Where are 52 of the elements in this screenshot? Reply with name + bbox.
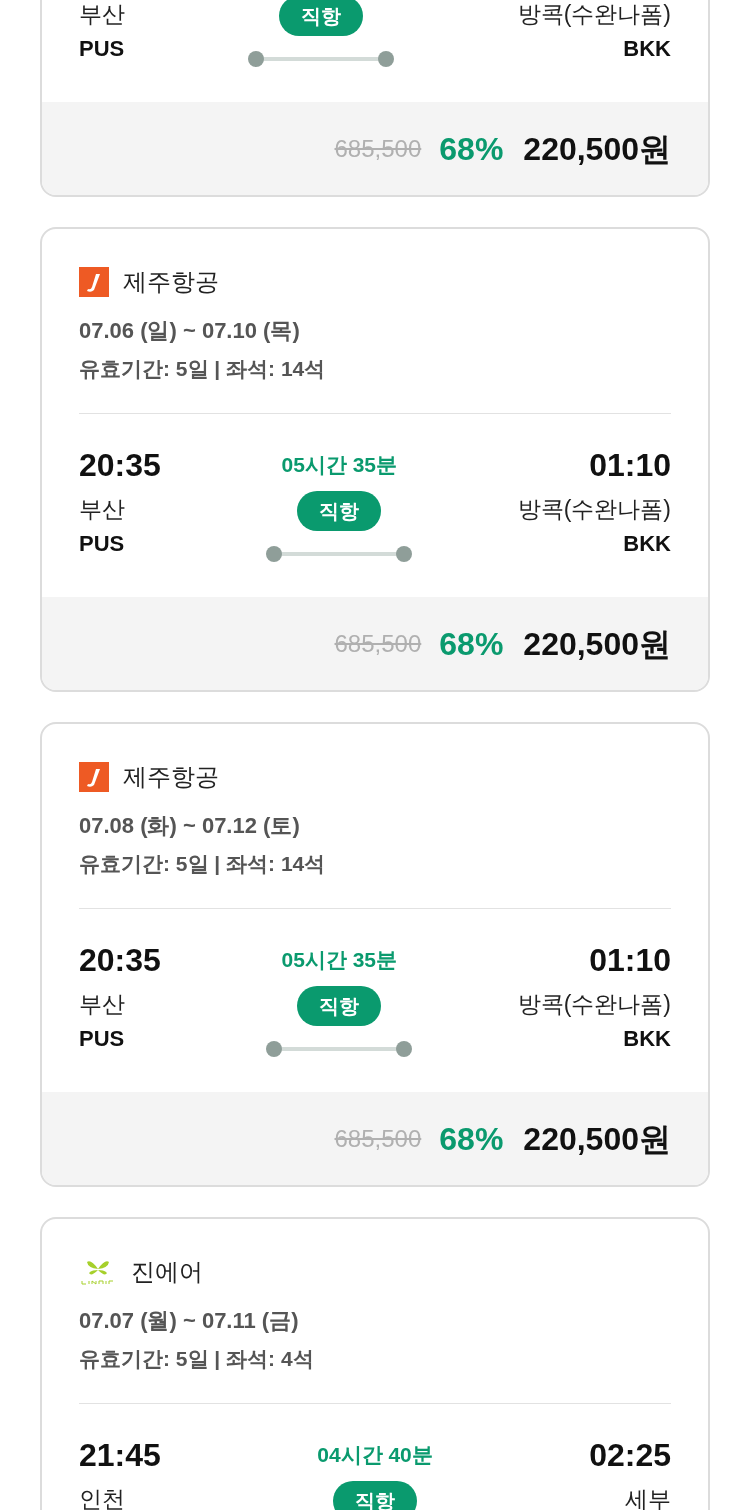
validity-seats: 유효기간: 5일 | 좌석: 14석 xyxy=(79,352,671,386)
arrival-city: 방콕(수완나폼) xyxy=(517,1,671,27)
arrival-time: 01:10 xyxy=(589,942,671,978)
discount-rate: 68% xyxy=(439,129,504,169)
departure-code: PUS xyxy=(79,1026,125,1051)
departure-time: 20:35 xyxy=(79,447,161,483)
direct-flight-badge: 직항 xyxy=(297,491,382,531)
departure-city: 부산 xyxy=(79,496,125,522)
departure-code: PUS xyxy=(79,531,125,556)
flight-duration: 04시간 40분 xyxy=(317,1443,433,1466)
travel-dates: 07.08 (화) ~ 07.12 (토) xyxy=(79,812,301,840)
discount-rate: 68% xyxy=(439,1119,504,1159)
flight-duration: 05시간 35분 xyxy=(281,948,398,971)
departure-city: 부산 xyxy=(79,991,125,1017)
departure-time: 20:35 xyxy=(79,942,161,978)
travel-dates: 07.07 (월) ~ 07.11 (금) xyxy=(79,1307,300,1335)
airline-name: 제주항공 xyxy=(123,267,219,297)
airline-name: 진에어 xyxy=(131,1257,203,1287)
validity-seats: 유효기간: 5일 | 좌석: 14석 xyxy=(79,847,671,881)
validity-seats: 유효기간: 5일 | 좌석: 4석 xyxy=(79,1342,671,1376)
departure-code: PUS xyxy=(79,36,125,61)
original-price: 685,500 xyxy=(334,628,422,659)
route-line-icon xyxy=(265,545,414,563)
departure-city: 인천 xyxy=(79,1486,125,1510)
direct-flight-badge: 직항 xyxy=(279,0,364,36)
flight-card[interactable]: 제주항공 07.06 (일) ~ 07.10 (목) 유효기간: 5일 | 좌석: 14석 20:35 부산 PUS 05시간 35분 직항 01:10 방콕(수완나폼) BKK 685,500 68% 220,500원 xyxy=(40,227,710,692)
arrival-time: 01:10 xyxy=(589,447,671,483)
departure-city: 부산 xyxy=(79,1,125,27)
travel-dates: 07.06 (일) ~ 07.10 (목) xyxy=(79,317,301,345)
departure-time: 21:45 xyxy=(79,1437,161,1473)
arrival-code: BKK xyxy=(623,531,671,556)
sale-price: 220,500원 xyxy=(523,1119,671,1159)
flight-card[interactable]: 제주항공 07.08 (화) ~ 07.12 (토) 유효기간: 5일 | 좌석: 14석 20:35 부산 PUS 05시간 35분 직항 01:10 방콕(수완나폼) BKK 685,500 68% 220,500원 xyxy=(40,722,710,1187)
airline-logo-icon xyxy=(79,762,109,792)
arrival-code: BKK xyxy=(623,1026,671,1051)
arrival-city: 방콕(수완나폼) xyxy=(517,991,671,1017)
arrival-time: 02:25 xyxy=(589,1437,671,1473)
original-price: 685,500 xyxy=(334,1123,422,1154)
flight-card[interactable]: 부산 PUS 직항 방콕(수완나폼) BKK 685,500 68% 220,500원 xyxy=(40,0,710,197)
arrival-city: 세부 xyxy=(625,1486,671,1510)
flight-duration: 05시간 35분 xyxy=(281,453,398,476)
original-price: 685,500 xyxy=(334,133,422,164)
direct-flight-badge: 직항 xyxy=(297,986,382,1026)
airline-name: 제주항공 xyxy=(123,762,219,792)
route-line-icon xyxy=(265,1040,414,1058)
airline-logo-icon xyxy=(79,267,109,297)
discount-rate: 68% xyxy=(439,624,504,664)
arrival-city: 방콕(수완나폼) xyxy=(517,496,671,522)
route-line-icon xyxy=(247,50,396,68)
sale-price: 220,500원 xyxy=(523,624,671,664)
sale-price: 220,500원 xyxy=(523,129,671,169)
arrival-code: BKK xyxy=(623,36,671,61)
